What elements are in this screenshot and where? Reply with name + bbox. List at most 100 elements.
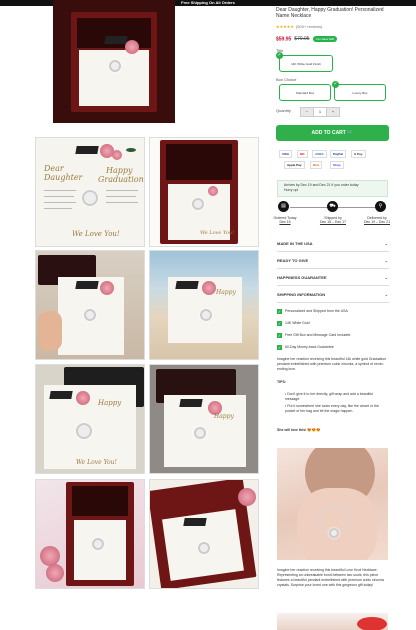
chevron-down-icon: ⌄: [384, 241, 388, 246]
accordion-ready-to-give[interactable]: READY TO GIVE ⌄: [277, 252, 389, 269]
accordion-made-in-usa[interactable]: MADE IN THE USA ⌄: [277, 235, 389, 252]
feature-item: ✓ Free Gift Box and Message Card Included: [277, 332, 350, 338]
applepay-icon: Apple Pay: [284, 161, 305, 169]
flower-decoration: [100, 281, 114, 295]
thumbnail-4[interactable]: Happy: [149, 250, 259, 360]
original-price: $79.95: [294, 36, 310, 43]
text-line: [44, 202, 76, 203]
cart-icon: 🛒: [347, 130, 354, 136]
save-badge: You Save $20: [312, 36, 338, 42]
feature-text: 14K White Gold: [285, 321, 310, 325]
accordion-happiness-guarantee[interactable]: HAPPINESS GUARANTEE ⌄: [277, 269, 389, 286]
check-icon: ✓: [276, 52, 283, 59]
cart-icon: ▤: [278, 201, 289, 212]
checkbox-icon: ✓: [277, 308, 282, 314]
red-object: [357, 617, 387, 630]
card-happy-text: Happy: [216, 289, 236, 296]
product-title: Dear Daughter, Happy Graduation! Persona…: [276, 7, 384, 19]
box-option-luxury-label: Luxury Box: [352, 90, 368, 95]
text-line: [44, 208, 72, 209]
title-option-value: 14K White Gold Finish: [291, 61, 321, 66]
quantity-input[interactable]: 1: [313, 108, 327, 116]
checkbox-icon: ✓: [277, 344, 282, 350]
tip-text: Put it somewhere she looks every day, li…: [285, 404, 379, 413]
card-love-text: We Love You!: [200, 230, 235, 236]
box-lid: [72, 486, 128, 516]
quantity-decrease-button[interactable]: −: [301, 108, 313, 116]
feature-item: ✓ Personalized and Shipped from the USA: [277, 308, 348, 314]
pendant: [84, 309, 96, 321]
flower-decoration: [112, 150, 122, 160]
graduation-cap: [183, 518, 207, 526]
card-happy-text: Happy: [214, 413, 234, 420]
pendant: [109, 60, 121, 72]
leaf-decoration: [126, 148, 136, 152]
graduation-cap: [75, 281, 99, 289]
pendant: [198, 542, 210, 554]
box-option-standard-label: Standard Box: [295, 90, 315, 95]
pin-icon: ⚲: [375, 201, 386, 212]
feature-text: Personalized and Shipped from the USA: [285, 309, 348, 313]
flower-decoration: [238, 488, 256, 506]
feature-text: Free Gift Box and Message Card Included: [285, 333, 351, 337]
flower-decoration: [208, 186, 218, 196]
thumbnail-3[interactable]: [35, 250, 145, 360]
flower-decoration: [202, 281, 216, 295]
quantity-stepper[interactable]: − 1 +: [300, 107, 340, 117]
graduation-cap: [175, 281, 199, 289]
progress-line: [336, 207, 376, 208]
thumbnail-8[interactable]: [149, 479, 259, 589]
gpay-icon: G Pay: [351, 150, 366, 158]
thumbnail-6[interactable]: Happy: [149, 364, 259, 474]
message-card: [79, 50, 149, 106]
card-daughter-text: Daughter: [44, 173, 83, 182]
pendant: [200, 309, 212, 321]
step-shipped: Shipped by Dec 16 – Dec 17: [318, 216, 348, 224]
box-option-luxury[interactable]: Luxury Box: [334, 84, 386, 101]
step-date: Dec 15: [279, 220, 291, 224]
hand: [38, 311, 62, 351]
chevron-down-icon: ⌄: [384, 275, 388, 280]
card-graduation-text: Graduation!: [98, 175, 145, 184]
quantity-increase-button[interactable]: +: [327, 108, 339, 116]
delivery-hurry: Hurry up!: [284, 188, 299, 192]
shoppay-icon: Shop: [330, 161, 344, 169]
thumbnail-1[interactable]: Dear Daughter Happy Graduation! We Love …: [35, 137, 145, 247]
add-to-cart-button[interactable]: ADD TO CART 🛒: [276, 125, 389, 141]
rating-stars[interactable]: ★★★★★ (500+ reviews): [276, 24, 322, 29]
graduation-cap: [49, 391, 73, 399]
tips-label: TIPS:: [277, 380, 286, 384]
tip-item-1: • Don't give it to her directly, gift wr…: [285, 392, 374, 401]
accordion-label: READY TO GIVE: [277, 258, 309, 263]
closing-text: She will love this! 😍😍😍: [277, 428, 321, 432]
box-lid: [166, 144, 232, 180]
accordion-shipping-information[interactable]: SHIPPING INFORMATION ⌄: [277, 286, 389, 303]
thumbnail-7[interactable]: [35, 479, 145, 589]
accordion-label: HAPPINESS GUARANTEE: [277, 275, 327, 280]
graduation-cap: [179, 399, 203, 407]
flower-decoration: [125, 40, 139, 54]
title-option-selected[interactable]: 14K White Gold Finish: [279, 55, 333, 72]
box-option-standard[interactable]: Standard Box: [279, 84, 331, 101]
thumbnail-2[interactable]: We Love You!: [149, 137, 259, 247]
main-product-image[interactable]: [53, 0, 175, 123]
step-ordered: Ordered Today Dec 15: [270, 216, 300, 224]
graduation-cap: [104, 36, 128, 44]
flower-decoration: [46, 564, 64, 582]
model-necklace-photo: [277, 448, 388, 560]
description-second: Imagine her reaction receiving this beau…: [277, 568, 385, 587]
thumbnail-5[interactable]: Happy We Love You!: [35, 364, 145, 474]
text-line: [106, 196, 136, 197]
chevron-down-icon: ⌄: [384, 258, 388, 263]
star-icons: ★★★★★: [276, 24, 294, 29]
step-delivered: Delivered by Dec 19 – Dec 21: [362, 216, 392, 224]
visa-icon: VISA: [279, 150, 293, 158]
flower-decoration: [40, 546, 60, 566]
card-happy-text: Happy: [106, 166, 133, 175]
box-choice-label: Box Choice: [276, 77, 297, 82]
feature-item: ✓ 60-Day Money-back Guarantee: [277, 344, 334, 350]
quantity-label: Quantity: [276, 108, 291, 113]
card-dear-text: Dear: [44, 164, 64, 173]
feature-item: ✓ 14K White Gold: [277, 320, 310, 326]
progress-line: [290, 207, 330, 208]
